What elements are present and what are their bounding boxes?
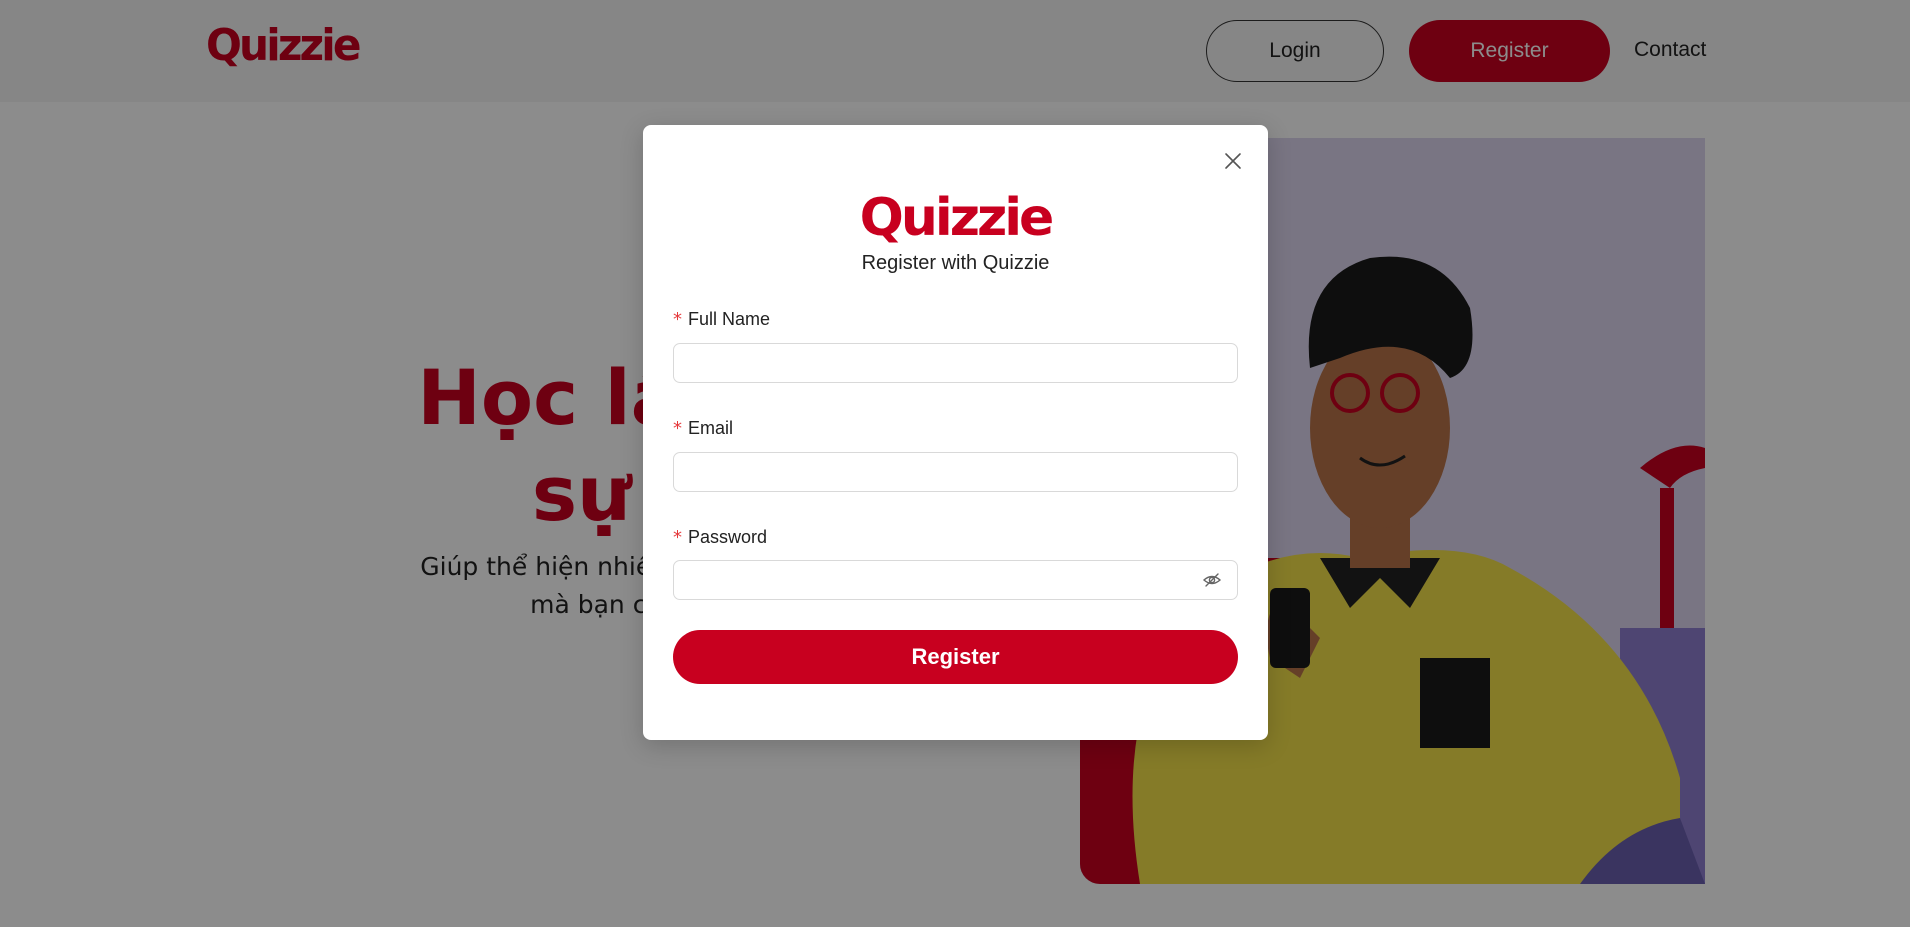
email-input[interactable] xyxy=(673,452,1238,492)
eye-off-icon[interactable] xyxy=(1202,570,1222,590)
required-mark: * xyxy=(673,527,682,548)
full-name-label-text: Full Name xyxy=(688,309,771,329)
register-submit-button[interactable]: Register xyxy=(673,630,1238,684)
password-input[interactable] xyxy=(673,560,1238,600)
full-name-input[interactable] xyxy=(673,343,1238,383)
required-mark: * xyxy=(673,418,682,439)
close-button[interactable] xyxy=(1220,148,1246,174)
email-label: * Email xyxy=(673,418,733,439)
email-label-text: Email xyxy=(688,418,734,438)
modal-logo: Quizzie xyxy=(859,188,1055,248)
password-label-text: Password xyxy=(688,527,768,547)
password-label: * Password xyxy=(673,527,767,548)
full-name-label: * Full Name xyxy=(673,309,770,330)
close-icon xyxy=(1223,151,1243,171)
modal-subtitle: Register with Quizzie xyxy=(861,252,1050,274)
required-mark: * xyxy=(673,309,682,330)
